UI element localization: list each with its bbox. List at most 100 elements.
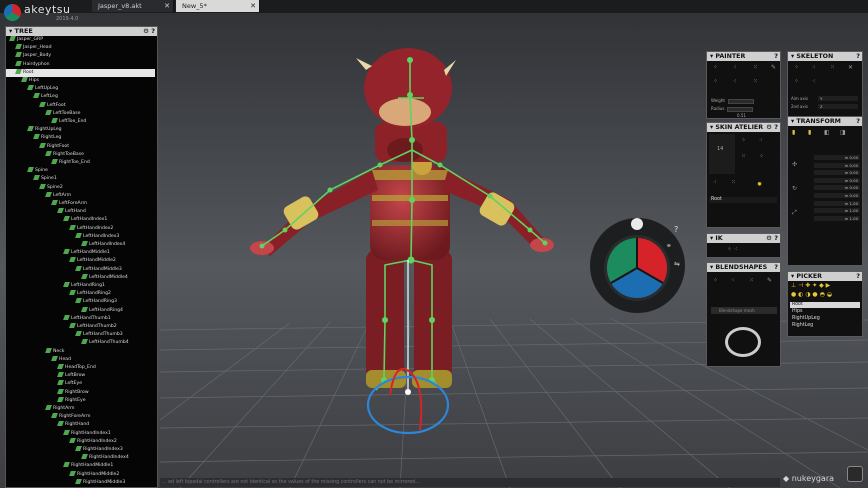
tree-item[interactable]: LeftHand [6,208,155,216]
tree-item[interactable]: RightHandIndex2 [6,437,155,446]
skin-tool-icon[interactable]: ⁙ [741,153,746,160]
tree-item[interactable]: LeftHandMiddle4 [6,273,155,282]
brush-icon[interactable]: ⁘ [713,64,718,71]
skin-tool-icon[interactable]: ⁙ [731,179,736,186]
ik-tool-icon[interactable]: ⁘ ⁖ [727,246,737,253]
tab-jasper[interactable]: Jasper_v8.akt ✕ [92,0,174,12]
tree-item[interactable]: LeftLeg [6,93,155,101]
skin-tool-icon[interactable]: ⁘ [741,137,746,144]
tree-item[interactable]: Jasper_Head [6,44,155,52]
lock-icon[interactable]: ▮ [792,129,795,136]
tree-item[interactable]: RightToe_End [6,159,155,167]
transform-value-field[interactable]: m 0.00 [814,185,860,191]
tree-item[interactable]: Root [6,68,155,77]
tree-item[interactable]: RightEye [6,396,155,405]
help-icon[interactable]: ? [774,234,778,242]
brush-icon[interactable]: ⁖ [733,78,737,85]
tree-item[interactable]: RightHandMiddle3 [6,478,155,487]
help-icon[interactable]: ? [774,263,778,272]
help-icon[interactable]: ? [774,123,778,131]
tree-item[interactable]: Jasper_Body [6,52,155,60]
radial-menu[interactable]: ? ⚭ ⇋ [590,218,685,313]
blendshape-mesh-dropdown[interactable]: Blendshape mesh [711,307,777,314]
tree-item[interactable]: LeftHandIndex3 [6,232,155,241]
tree-item[interactable]: LeftBrow [6,372,155,380]
tree-item[interactable]: RightUpLeg [6,126,155,134]
tree-item[interactable]: RightToeBase [6,150,155,159]
color-wheel[interactable]: ? ⚭ ⇋ [590,218,685,313]
tree-item[interactable]: LeftHandRing3 [6,298,155,306]
tree-item[interactable]: RightHandMiddle2 [6,470,155,479]
help-icon[interactable]: ? [856,117,860,126]
tree-item[interactable]: RightBrow [6,388,155,397]
tree-item[interactable]: RightFoot [6,142,155,151]
tree-item[interactable]: LeftHandRing1 [6,282,155,290]
gear-icon[interactable]: ⚙ [143,27,149,35]
skin-selected-item[interactable]: Root [709,197,777,203]
second-axis-select[interactable]: Z [818,104,858,109]
tree-item[interactable]: LeftArm [6,191,155,200]
blend-tool-icon[interactable]: ✎ [767,277,772,284]
tree-item[interactable]: LeftUpLeg [6,85,155,93]
tree-item[interactable]: RightLeg [6,134,155,142]
tree-item[interactable]: RightHand [6,421,155,429]
help-icon[interactable]: ? [774,52,778,61]
skin-value-box[interactable]: 14 [709,134,735,174]
picker-item[interactable]: RightUpLeg [790,316,860,322]
bone-tool-icon[interactable]: ⁖ [812,78,816,85]
tree-item[interactable]: Hairdyphon [6,60,155,69]
blend-tool-icon[interactable]: ⁘ [713,277,718,284]
skin-tool-icon[interactable]: ⁖ [713,179,717,186]
mode-icon[interactable]: ◨ [840,129,846,136]
tree-item[interactable]: LeftHandMiddle1 [6,249,155,257]
translate-icon[interactable]: ✣ [792,161,797,168]
brush-icon[interactable]: ⁘ [713,78,718,85]
tree-item[interactable]: LeftHandIndex1 [6,216,155,224]
help-icon[interactable]: ? [856,272,860,281]
bone-tool-icon[interactable]: ✕ [848,64,853,71]
tree-item[interactable]: Jasper_GRP [6,36,155,44]
tree-item[interactable]: LeftHandMiddle2 [6,257,155,265]
tree-item[interactable]: LeftHandRing4 [6,306,155,315]
transform-value-field[interactable]: m 0.00 [814,155,860,160]
tree-item[interactable]: LeftHandThumb2 [6,323,155,331]
tree-item[interactable]: RightForeArm [6,413,155,421]
tree-item[interactable]: RightHandMiddle1 [6,462,155,470]
transform-value-field[interactable]: m 0.00 [814,170,860,176]
picker-shape-icon[interactable]: ● ◐ ◑ ● ◓ ◒ [791,291,832,298]
transform-value-field[interactable]: m 0.00 [814,193,860,198]
help-icon[interactable]: ? [856,52,860,61]
tree-item[interactable]: Neck [6,347,155,356]
help-icon[interactable]: ? [674,225,678,234]
tree-item[interactable]: RightHandIndex4 [6,454,155,462]
tree-item[interactable]: LeftFoot [6,101,155,110]
brush-icon[interactable]: ⁙ [753,78,758,85]
skin-tool-icon[interactable]: ⁘ [759,153,764,160]
picker-tool-icon[interactable]: ⊥ ⊣ ✚ ✦ ◆ ▶ [791,282,830,289]
transform-value-field[interactable]: m 0.00 [814,177,860,183]
tree-item[interactable]: RightHandIndex3 [6,446,155,454]
radial-top-button[interactable] [631,218,643,230]
transform-value-field[interactable]: m 1.00 [814,200,860,206]
tree-item[interactable]: LeftHandThumb1 [6,314,155,323]
close-icon[interactable]: ✕ [164,0,170,12]
settings-gear-icon[interactable] [847,466,863,482]
tree-item[interactable]: LeftHandThumb4 [6,339,155,347]
tree-item[interactable]: LeftHandIndex2 [6,224,155,233]
tree-item[interactable]: LeftHandThumb3 [6,331,155,339]
tree-item[interactable]: LeftEye [6,380,155,388]
transform-value-field[interactable]: m 1.00 [814,208,860,214]
tree-item[interactable]: Hips [6,77,155,85]
brush-icon[interactable]: ✎ [771,64,776,71]
tab-new5[interactable]: New_5* ✕ [176,0,260,12]
tree-item[interactable]: LeftToeBase [6,109,155,118]
blend-tool-icon[interactable]: ⁖ [731,277,735,284]
link-icon[interactable]: ⚭ [666,242,672,250]
help-icon[interactable]: ? [151,27,155,35]
tree-item[interactable]: LeftHandMiddle3 [6,265,155,274]
picker-item[interactable]: Hips [790,309,860,315]
brush-icon[interactable]: ⁙ [753,64,758,71]
gear-icon[interactable]: ⚙ [766,123,772,131]
tree-item[interactable]: HeadTop_End [6,364,155,372]
brush-icon[interactable]: ⁖ [733,64,737,71]
